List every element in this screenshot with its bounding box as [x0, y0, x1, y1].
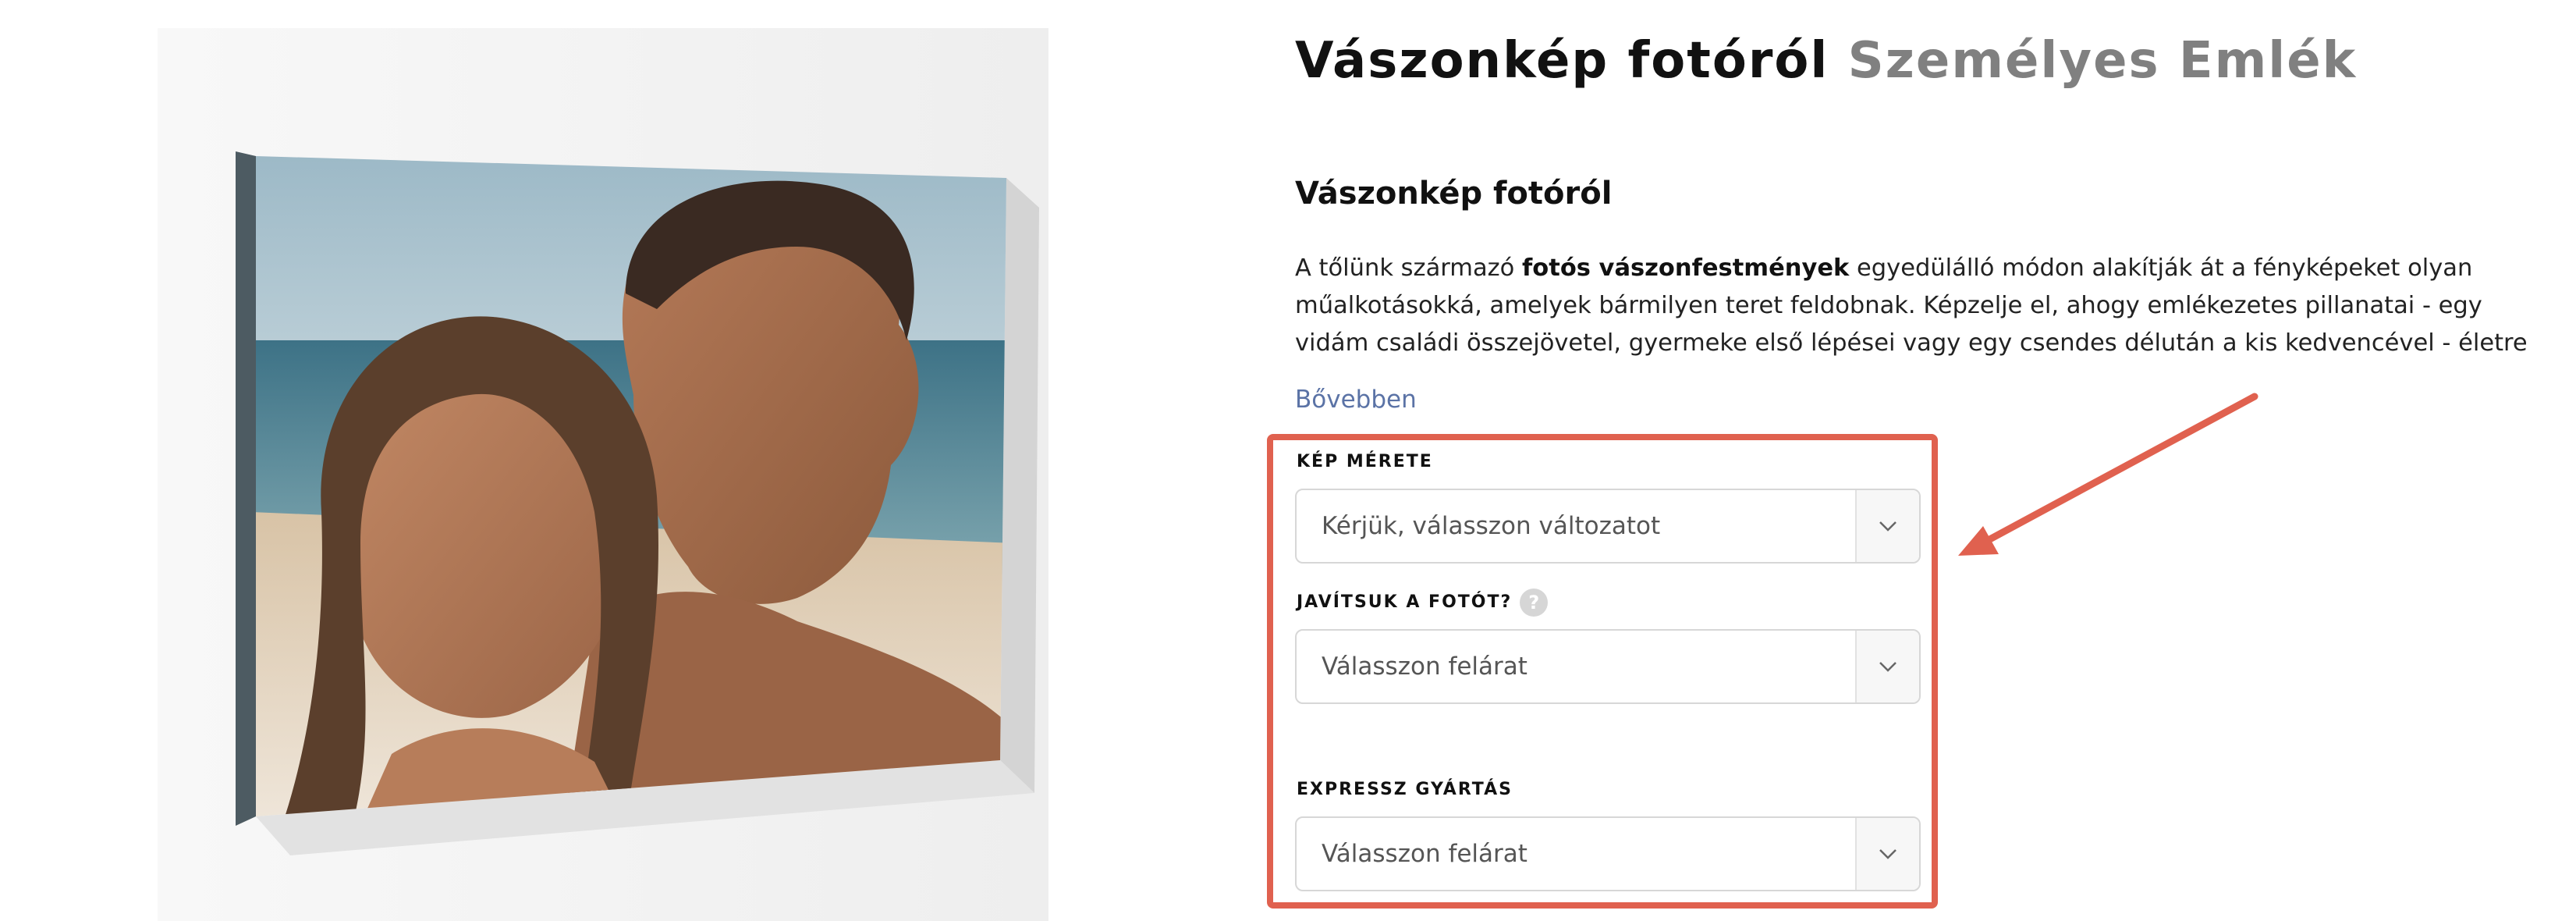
- product-title-main: Vászonkép fotóról: [1295, 32, 1829, 90]
- size-label-text: KÉP MÉRETE: [1297, 452, 1433, 471]
- enhance-label: JAVÍTSUK A FOTÓT? ?: [1297, 589, 1549, 617]
- product-description: A tőlünk származó fotós vászonfestmények…: [1295, 250, 2559, 361]
- product-subtitle: Személyes Emlék: [1847, 32, 2358, 90]
- size-select-toggle[interactable]: [1855, 490, 1919, 562]
- express-label: EXPRESSZ GYÁRTÁS: [1297, 777, 1513, 802]
- product-title: Vászonkép fotóról Személyes Emlék: [1295, 23, 2357, 98]
- size-select[interactable]: Kérjük, válasszon változatot: [1295, 489, 1921, 564]
- enhance-label-text: JAVÍTSUK A FOTÓT?: [1297, 592, 1513, 612]
- express-label-text: EXPRESSZ GYÁRTÁS: [1297, 780, 1513, 799]
- arrow-icon: [1958, 393, 2258, 556]
- product-image[interactable]: [158, 28, 1048, 921]
- description-text: A tőlünk származó fotós vászonfestmények…: [1295, 250, 2559, 361]
- chevron-down-icon: [1879, 521, 1897, 532]
- enhance-select-toggle[interactable]: [1855, 631, 1919, 702]
- enhance-select-value: Válasszon felárat: [1322, 653, 1528, 681]
- express-select-value: Válasszon felárat: [1322, 840, 1528, 868]
- canvas-print-photo: [158, 28, 1048, 921]
- chevron-down-icon: [1879, 849, 1897, 859]
- express-select[interactable]: Válasszon felárat: [1295, 816, 1921, 891]
- enhance-select[interactable]: Válasszon felárat: [1295, 629, 1921, 704]
- read-more-link[interactable]: Bővebben: [1295, 382, 1417, 417]
- section-heading: Vászonkép fotóról: [1295, 176, 1613, 212]
- chevron-down-icon: [1879, 662, 1897, 672]
- express-select-toggle[interactable]: [1855, 818, 1919, 890]
- description-highlight: fotós vászonfestmények: [1522, 254, 1850, 282]
- size-select-value: Kérjük, válasszon változatot: [1322, 512, 1661, 540]
- description-intro: A tőlünk származó: [1295, 254, 1523, 282]
- size-label: KÉP MÉRETE: [1297, 450, 1433, 475]
- question-mark-icon[interactable]: ?: [1520, 589, 1549, 617]
